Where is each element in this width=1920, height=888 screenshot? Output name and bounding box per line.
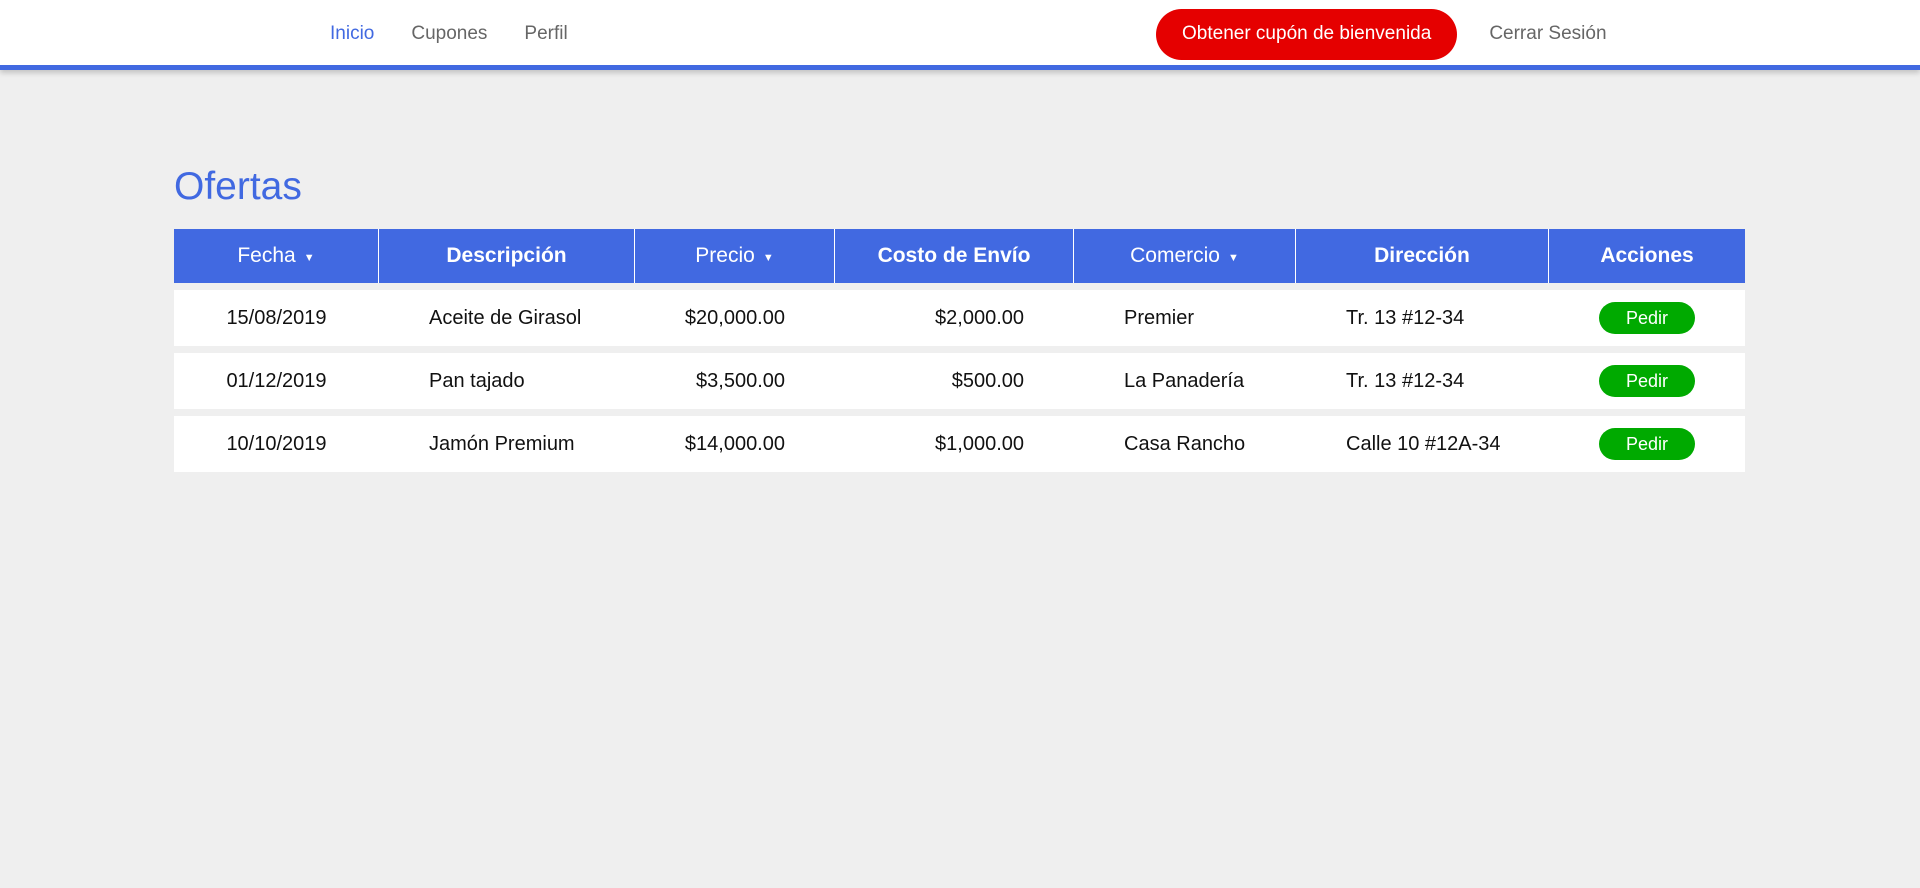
top-navbar: Inicio Cupones Perfil Obtener cupón de b…	[0, 0, 1920, 70]
cell-actions: Pedir	[1549, 290, 1745, 346]
cell-shipping: $2,000.00	[835, 290, 1074, 346]
column-header-comercio[interactable]: Comercio ▼	[1074, 229, 1296, 283]
column-header-direccion: Dirección	[1296, 229, 1549, 283]
column-header-label: Costo de Envío	[877, 244, 1031, 267]
column-header-descripcion: Descripción	[379, 229, 635, 283]
column-header-acciones: Acciones	[1549, 229, 1745, 283]
cell-address: Tr. 13 #12-34	[1296, 290, 1549, 346]
cell-date: 10/10/2019	[174, 416, 379, 472]
column-header-label: Precio	[695, 244, 755, 267]
nav-actions: Obtener cupón de bienvenida Cerrar Sesió…	[1156, 0, 1607, 68]
column-header-label: Descripción	[446, 244, 567, 267]
cell-price: $3,500.00	[635, 353, 835, 409]
cell-date: 15/08/2019	[174, 290, 379, 346]
order-button[interactable]: Pedir	[1599, 428, 1695, 460]
logout-link[interactable]: Cerrar Sesión	[1489, 23, 1606, 45]
cell-price: $20,000.00	[635, 290, 835, 346]
welcome-coupon-button[interactable]: Obtener cupón de bienvenida	[1156, 8, 1458, 60]
table-row: 10/10/2019 Jamón Premium $14,000.00 $1,0…	[174, 416, 1745, 472]
cell-store: Casa Rancho	[1074, 416, 1296, 472]
order-button[interactable]: Pedir	[1599, 302, 1695, 334]
caret-down-icon: ▼	[303, 252, 315, 265]
nav-link-inicio[interactable]: Inicio	[330, 23, 374, 45]
cell-address: Calle 10 #12A-34	[1296, 416, 1549, 472]
page-title: Ofertas	[174, 165, 302, 208]
cell-description: Aceite de Girasol	[379, 290, 635, 346]
cell-shipping: $500.00	[835, 353, 1074, 409]
table-row: 01/12/2019 Pan tajado $3,500.00 $500.00 …	[174, 353, 1745, 409]
main-content: Ofertas Fecha ▼ Descripción Precio ▼ Costo…	[174, 160, 1745, 479]
cell-address: Tr. 13 #12-34	[1296, 353, 1549, 409]
cell-store: Premier	[1074, 290, 1296, 346]
caret-down-icon: ▼	[762, 252, 774, 265]
table-row: 15/08/2019 Aceite de Girasol $20,000.00 …	[174, 290, 1745, 346]
cell-actions: Pedir	[1549, 416, 1745, 472]
order-button[interactable]: Pedir	[1599, 365, 1695, 397]
cell-price: $14,000.00	[635, 416, 835, 472]
column-header-label: Comercio	[1130, 244, 1220, 267]
cell-description: Pan tajado	[379, 353, 635, 409]
offers-table: Fecha ▼ Descripción Precio ▼ Costo de Enví…	[174, 222, 1745, 479]
caret-down-icon: ▼	[1227, 252, 1239, 265]
column-header-label: Fecha	[237, 244, 296, 267]
cell-date: 01/12/2019	[174, 353, 379, 409]
cell-actions: Pedir	[1549, 353, 1745, 409]
cell-description: Jamón Premium	[379, 416, 635, 472]
nav-links: Inicio Cupones Perfil	[330, 0, 605, 68]
column-header-label: Dirección	[1374, 244, 1470, 267]
column-header-precio[interactable]: Precio ▼	[635, 229, 835, 283]
nav-link-perfil[interactable]: Perfil	[524, 23, 567, 45]
column-header-label: Acciones	[1600, 244, 1694, 267]
nav-link-cupones[interactable]: Cupones	[411, 23, 487, 45]
table-header-row: Fecha ▼ Descripción Precio ▼ Costo de Enví…	[174, 229, 1745, 283]
column-header-costo-envio: Costo de Envío	[835, 229, 1074, 283]
column-header-fecha[interactable]: Fecha ▼	[174, 229, 379, 283]
cell-store: La Panadería	[1074, 353, 1296, 409]
cell-shipping: $1,000.00	[835, 416, 1074, 472]
